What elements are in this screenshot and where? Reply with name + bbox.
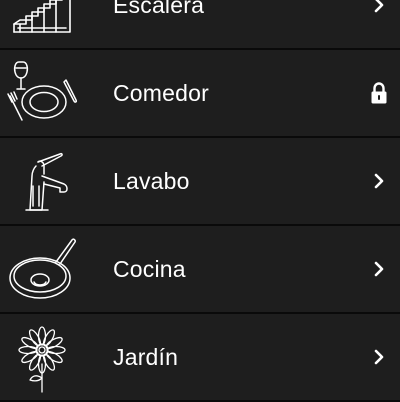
flower-icon [6,322,78,394]
chevron-right-icon [368,0,390,48]
lock-icon [368,50,390,136]
chevron-right-icon [368,226,390,312]
dinner-plate-icon [6,58,78,130]
room-list: Escalera Comedor Lavabo Cocina Jardín [0,0,400,402]
list-item-escalera[interactable]: Escalera [0,0,400,50]
list-item-label: Lavabo [113,168,190,194]
frying-pan-icon [6,234,78,306]
list-item-label: Jardín [113,344,179,370]
list-item-comedor[interactable]: Comedor [0,50,400,138]
list-item-lavabo[interactable]: Lavabo [0,138,400,226]
list-item-cocina[interactable]: Cocina [0,226,400,314]
stairs-icon [6,0,78,42]
faucet-icon [6,146,78,218]
chevron-right-icon [368,138,390,224]
chevron-right-icon [368,314,390,400]
list-item-label: Comedor [113,80,209,106]
list-item-label: Escalera [113,0,205,18]
list-item-label: Cocina [113,256,186,282]
list-item-jardin[interactable]: Jardín [0,314,400,402]
